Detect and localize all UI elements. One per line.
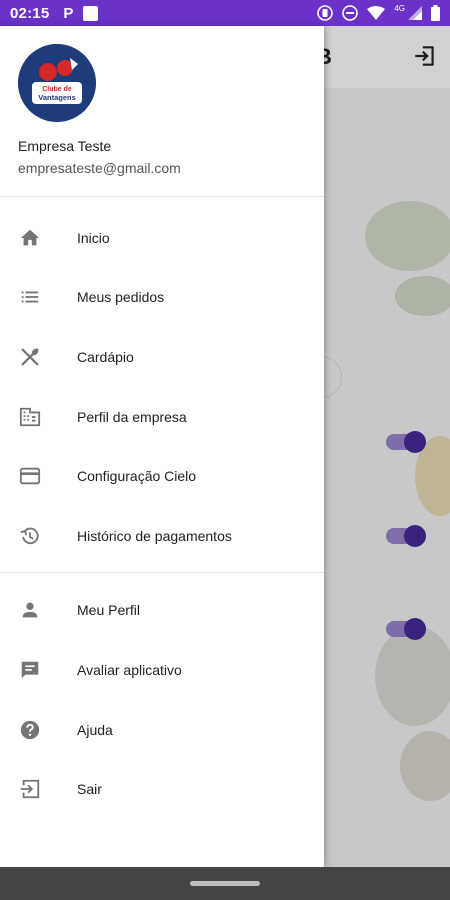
- notification-square-icon: [83, 5, 99, 21]
- exit-icon: [18, 777, 42, 801]
- business-icon: [18, 405, 42, 429]
- menu-label: Avaliar aplicativo: [77, 661, 182, 678]
- secondary-menu: Meu Perfil Avaliar aplicativo Ajuda Sair: [0, 573, 324, 819]
- home-gesture-handle[interactable]: [190, 881, 260, 886]
- menu-label: Inicio: [77, 229, 110, 246]
- logo-text-top: Clube de: [42, 86, 72, 93]
- menu-item-historico-pagamentos[interactable]: Histórico de pagamentos: [0, 506, 324, 566]
- utensils-icon: [18, 345, 42, 369]
- menu-item-sair[interactable]: Sair: [0, 759, 324, 819]
- system-nav-bar: [0, 867, 450, 900]
- menu-item-configuracao-cielo[interactable]: Configuração Cielo: [0, 446, 324, 506]
- user-email: empresateste@gmail.com: [18, 160, 181, 176]
- menu-label: Perfil da empresa: [77, 408, 187, 425]
- feedback-icon: [18, 658, 42, 682]
- navigation-drawer: Clube de Vantagens Empresa Teste empresa…: [0, 26, 324, 867]
- network-type: 4G: [394, 3, 405, 13]
- menu-item-inicio[interactable]: Inicio: [0, 208, 324, 268]
- menu-label: Histórico de pagamentos: [77, 527, 232, 544]
- menu-label: Sair: [77, 781, 102, 798]
- menu-item-avaliar-aplicativo[interactable]: Avaliar aplicativo: [0, 640, 324, 700]
- wifi-icon: [367, 6, 386, 20]
- person-icon: [18, 598, 42, 622]
- menu-item-ajuda[interactable]: Ajuda: [0, 700, 324, 760]
- menu-item-cardapio[interactable]: Cardápio: [0, 327, 324, 387]
- vibrate-icon: [317, 5, 334, 21]
- company-logo: Clube de Vantagens: [18, 44, 96, 122]
- menu-item-perfil-empresa[interactable]: Perfil da empresa: [0, 387, 324, 447]
- menu-label: Configuração Cielo: [77, 468, 197, 485]
- notification-app-icon: P: [63, 4, 74, 22]
- user-name: Empresa Teste: [18, 138, 112, 154]
- battery-icon: [431, 5, 440, 21]
- menu-item-meus-pedidos[interactable]: Meus pedidos: [0, 268, 324, 328]
- home-icon: [18, 226, 42, 250]
- list-icon: [18, 285, 42, 309]
- main-menu: Inicio Meus pedidos Cardápio Perfil da e…: [0, 197, 324, 566]
- menu-label: Meu Perfil: [77, 602, 141, 619]
- history-icon: [18, 524, 42, 548]
- menu-label: Cardápio: [77, 348, 134, 365]
- help-icon: [18, 718, 42, 742]
- drawer-header: Clube de Vantagens Empresa Teste empresa…: [0, 26, 324, 196]
- credit-card-icon: [18, 464, 42, 488]
- menu-label: Meus pedidos: [77, 289, 165, 306]
- logo-text-bottom: Vantagens: [38, 93, 76, 102]
- signal-icon: [408, 6, 422, 20]
- status-bar: 02:15 P 4G: [0, 0, 450, 26]
- dnd-icon: [342, 5, 359, 21]
- status-time: 02:15: [10, 4, 50, 22]
- menu-item-meu-perfil[interactable]: Meu Perfil: [0, 581, 324, 641]
- menu-label: Ajuda: [77, 721, 113, 738]
